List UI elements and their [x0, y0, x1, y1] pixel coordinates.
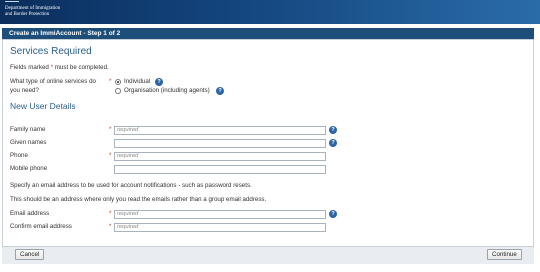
help-icon[interactable]: ?	[329, 139, 337, 147]
radio-individual-label: Individual	[124, 78, 151, 85]
given-names-label: Given names	[10, 139, 47, 146]
fields-marked-suffix: must be completed.	[54, 64, 109, 71]
fields-marked-prefix: Fields marked	[10, 64, 49, 71]
required-star: *	[109, 126, 112, 133]
services-question-label: What type of online services do you need…	[10, 78, 96, 94]
required-star: *	[109, 223, 112, 230]
email-label: Email address	[10, 210, 50, 217]
department-line2: and Border Protection	[5, 11, 50, 17]
services-question-line1: What type of online services do	[10, 78, 96, 85]
required-star: *	[109, 210, 112, 217]
email-notice-2: This should be an address where only you…	[10, 196, 267, 203]
help-icon[interactable]: ?	[329, 126, 337, 134]
email-notice-1: Specify an email address to be used for …	[10, 182, 252, 189]
services-question-line2: you need?	[10, 87, 39, 94]
top-banner: Department of Immigration and Border Pro…	[0, 0, 540, 24]
required-star: *	[109, 78, 112, 85]
fields-marked-note: Fields marked * must be completed.	[10, 64, 109, 71]
services-required-heading: Services Required	[10, 46, 92, 57]
phone-input[interactable]: required	[114, 152, 326, 161]
form-footer	[2, 246, 534, 264]
mobile-phone-label: Mobile phone	[10, 165, 48, 172]
continue-button[interactable]: Continue	[487, 249, 522, 260]
department-logo: Department of Immigration and Border Pro…	[5, 3, 60, 17]
new-user-details-heading: New User Details	[10, 101, 76, 111]
page-header: Create an ImmiAccount - Step 1 of 2	[2, 28, 534, 39]
help-icon[interactable]: ?	[329, 210, 337, 218]
family-name-input[interactable]: required	[114, 126, 326, 135]
family-name-label: Family name	[10, 126, 46, 133]
department-line1: Department of Immigration	[5, 6, 61, 11]
page-header-title: Create an ImmiAccount - Step 1 of 2	[9, 30, 121, 37]
radio-organisation-label: Organisation (including agents)	[124, 87, 210, 94]
help-icon[interactable]: ?	[216, 87, 224, 95]
help-icon[interactable]: ?	[155, 78, 163, 86]
confirm-email-input[interactable]: required	[114, 223, 326, 232]
required-star: *	[109, 152, 112, 159]
phone-label: Phone	[10, 152, 28, 159]
confirm-email-label: Confirm email address	[10, 223, 72, 230]
given-names-input[interactable]	[114, 139, 326, 148]
radio-organisation[interactable]	[115, 88, 121, 94]
radio-individual[interactable]	[115, 79, 121, 85]
mobile-phone-input[interactable]	[114, 165, 326, 174]
cancel-button[interactable]: Cancel	[15, 249, 45, 260]
email-input[interactable]: required	[114, 210, 326, 219]
required-star: *	[50, 64, 54, 71]
